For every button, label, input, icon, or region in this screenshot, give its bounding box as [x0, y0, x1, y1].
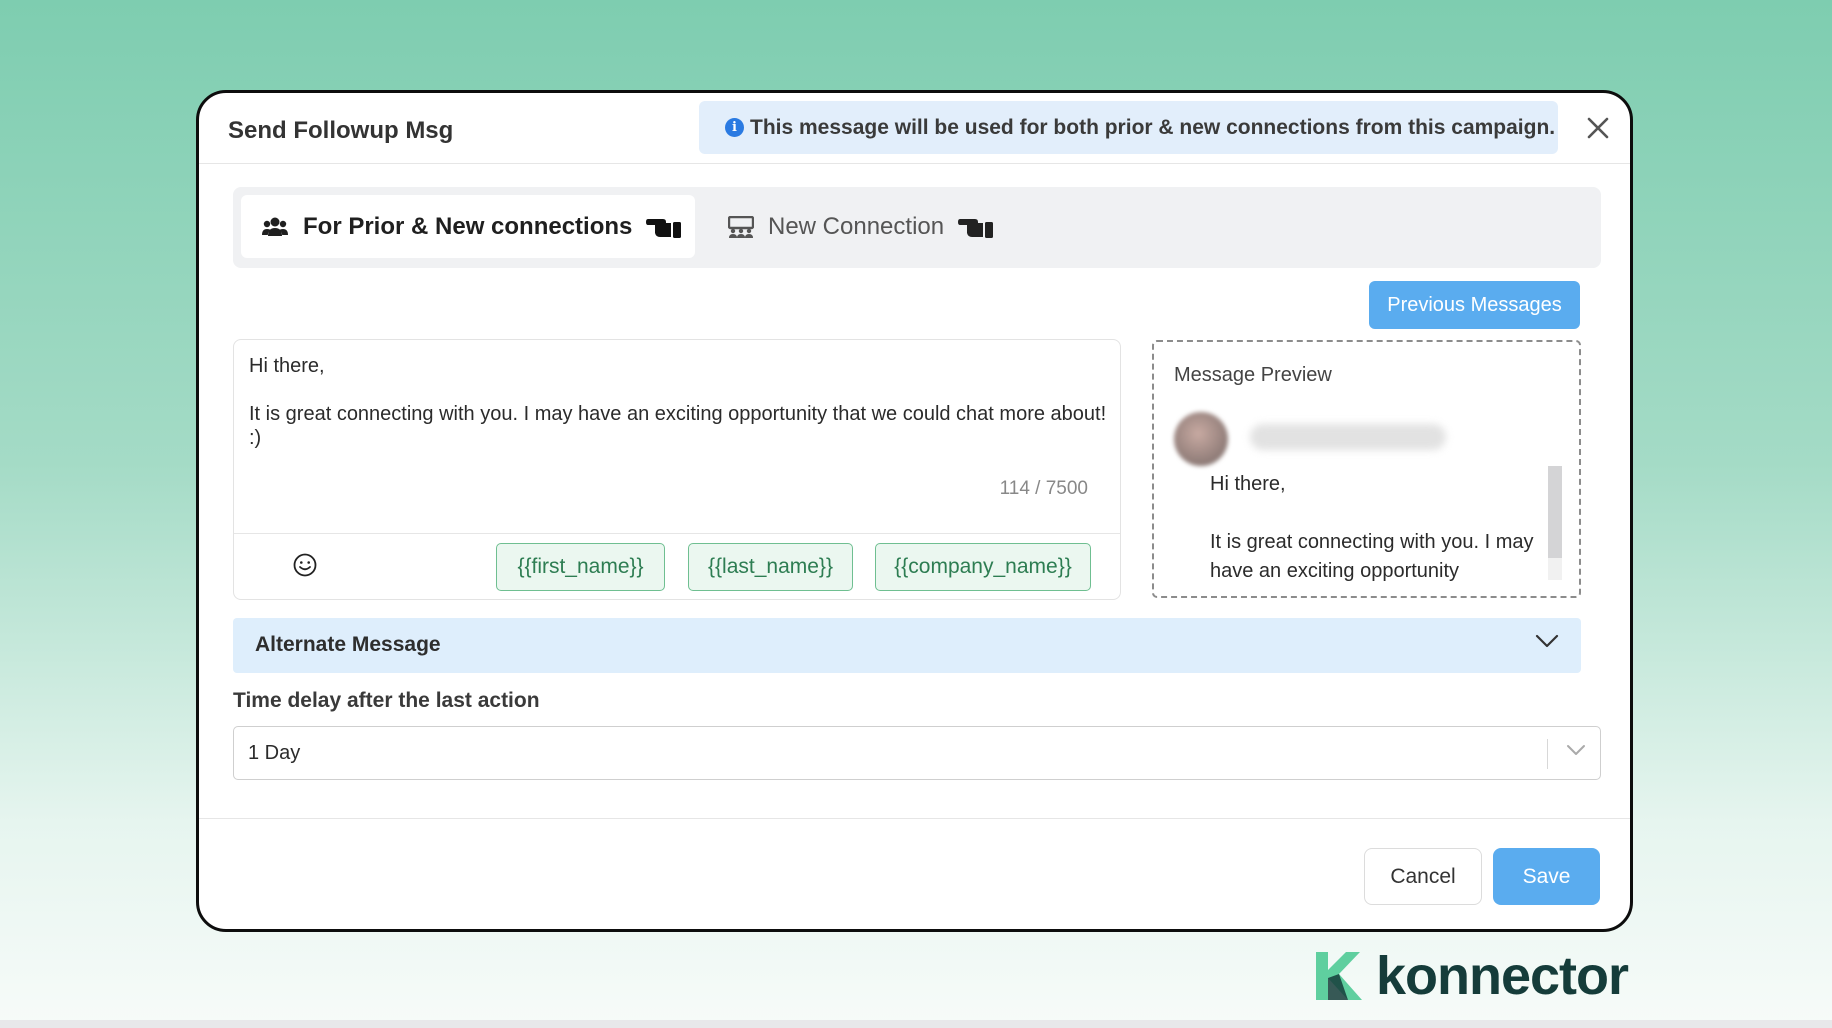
chevron-down-icon: [1535, 634, 1559, 653]
variable-first-name-button[interactable]: {{first_name}}: [496, 543, 665, 591]
editor-toolbar: {{first_name}} {{last_name}} {{company_n…: [234, 533, 1120, 599]
alternate-message-accordion[interactable]: Alternate Message: [233, 618, 1581, 673]
preview-scrollbar-thumb[interactable]: [1548, 466, 1562, 558]
time-delay-label: Time delay after the last action: [233, 689, 540, 712]
info-banner: i This message will be used for both pri…: [699, 101, 1558, 154]
emoji-picker-button[interactable]: [292, 552, 318, 578]
preview-title: Message Preview: [1174, 364, 1332, 386]
variable-company-name-button[interactable]: {{company_name}}: [875, 543, 1091, 591]
footer-divider: [199, 818, 1630, 819]
modal-title: Send Followup Msg: [228, 117, 454, 144]
message-preview: Message Preview Hi there, It is great co…: [1152, 340, 1581, 598]
chevron-down-icon: [1566, 743, 1586, 761]
info-banner-text: This message will be used for both prior…: [750, 115, 1556, 139]
brand-name: konnector: [1376, 946, 1629, 1006]
message-editor[interactable]: Hi there, It is great connecting with yo…: [233, 339, 1121, 600]
select-divider: [1547, 739, 1548, 769]
variable-last-name-button[interactable]: {{last_name}}: [688, 543, 853, 591]
brand-logo: konnector: [1312, 946, 1629, 1006]
tab-label: New Connection: [768, 212, 945, 240]
alternate-message-label: Alternate Message: [255, 633, 441, 656]
info-icon: i: [725, 118, 744, 137]
close-button[interactable]: [1585, 115, 1611, 141]
modal-header: Send Followup Msg i This message will be…: [199, 93, 1630, 164]
tab-prior-and-new-connections[interactable]: For Prior & New connections: [241, 195, 695, 258]
smiley-icon: [293, 553, 317, 577]
pointing-hand-icon: [646, 213, 684, 241]
tab-new-connection[interactable]: New Connection: [728, 195, 1028, 258]
avatar: [1174, 412, 1228, 466]
tab-label: For Prior & New connections: [303, 212, 633, 240]
character-count: 114 / 7500: [999, 478, 1088, 499]
previous-messages-button[interactable]: Previous Messages: [1369, 281, 1580, 329]
close-icon: [1587, 117, 1609, 139]
konnector-logo-icon: [1316, 952, 1362, 1000]
save-button[interactable]: Save: [1493, 848, 1600, 905]
cancel-button[interactable]: Cancel: [1364, 848, 1482, 905]
pointing-hand-icon: [958, 213, 996, 241]
bottom-strip: [0, 1020, 1832, 1028]
time-delay-value: 1 Day: [248, 742, 301, 764]
blurred-name: [1250, 424, 1446, 450]
preview-body: Hi there, It is great connecting with yo…: [1210, 473, 1534, 582]
preview-scrollbar[interactable]: [1548, 466, 1562, 580]
message-textarea[interactable]: Hi there, It is great connecting with yo…: [249, 354, 1109, 450]
grid-users-icon: [728, 215, 754, 238]
time-delay-select[interactable]: 1 Day: [233, 726, 1601, 780]
send-followup-modal: Send Followup Msg i This message will be…: [196, 90, 1633, 932]
users-icon: [261, 216, 289, 238]
message-type-tabs: For Prior & New connections New Connecti…: [233, 187, 1601, 268]
